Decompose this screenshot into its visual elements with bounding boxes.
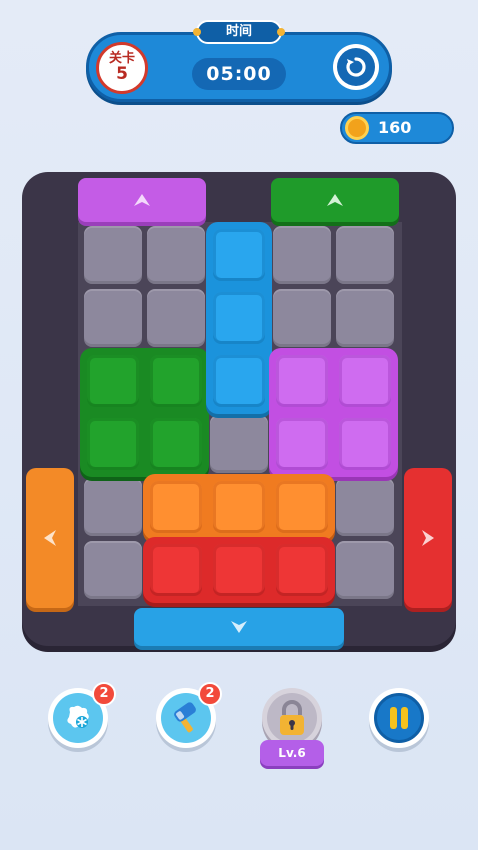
grid-layer	[80, 222, 404, 606]
block-cell	[276, 418, 328, 470]
arrow-down-icon	[231, 621, 247, 633]
exit-left-orange	[26, 468, 74, 608]
empty-cell	[273, 289, 331, 347]
block-cell	[213, 229, 265, 281]
exit-bottom-blue	[134, 608, 344, 646]
block-cell	[150, 544, 202, 596]
block-cell	[150, 418, 202, 470]
pause-icon	[374, 693, 424, 743]
block-purple[interactable]	[269, 348, 398, 477]
block-cell	[213, 544, 265, 596]
hammer-count-badge: 2	[198, 682, 222, 706]
exit-top-purple	[78, 178, 206, 222]
pause-button[interactable]	[369, 688, 429, 748]
block-cell	[276, 544, 328, 596]
padlock-icon	[267, 693, 317, 743]
arrow-up-icon	[327, 194, 343, 206]
block-cell	[150, 355, 202, 407]
block-cell	[276, 355, 328, 407]
block-blue[interactable]	[206, 222, 272, 414]
countdown-timer: 05:00	[192, 58, 286, 90]
arrow-up-icon	[134, 194, 150, 206]
block-cell	[87, 418, 139, 470]
arrow-left-icon	[44, 530, 56, 546]
empty-cell	[273, 226, 331, 284]
locked-powerup-button[interactable]	[262, 688, 322, 748]
arrow-right-icon	[422, 530, 434, 546]
empty-cell	[84, 226, 142, 284]
empty-cell	[147, 226, 205, 284]
restart-button[interactable]	[333, 44, 379, 90]
empty-cell	[84, 478, 142, 536]
empty-cell	[147, 289, 205, 347]
block-cell	[276, 481, 328, 533]
empty-cell	[210, 415, 268, 473]
time-label: 时间	[193, 20, 285, 44]
coin-amount: 160	[378, 118, 412, 137]
block-red[interactable]	[143, 537, 335, 603]
block-green[interactable]	[80, 348, 209, 477]
restart-icon	[337, 48, 375, 86]
empty-cell	[336, 226, 394, 284]
level-badge: 关卡 5	[96, 42, 148, 94]
block-orange[interactable]	[143, 474, 335, 540]
empty-cell	[84, 289, 142, 347]
freeze-count-badge: 2	[92, 682, 116, 706]
block-cell	[150, 481, 202, 533]
block-cell	[213, 481, 265, 533]
coin-icon	[345, 116, 369, 140]
exit-right-red	[404, 468, 452, 608]
level-number: 5	[116, 63, 128, 84]
empty-cell	[336, 289, 394, 347]
empty-cell	[336, 478, 394, 536]
block-cell	[87, 355, 139, 407]
empty-cell	[336, 541, 394, 599]
block-cell	[339, 355, 391, 407]
exit-top-green	[271, 178, 399, 222]
block-cell	[213, 292, 265, 344]
empty-cell	[84, 541, 142, 599]
block-cell	[213, 355, 265, 407]
block-cell	[339, 418, 391, 470]
unlock-level-tag: Lv.6	[260, 740, 324, 766]
